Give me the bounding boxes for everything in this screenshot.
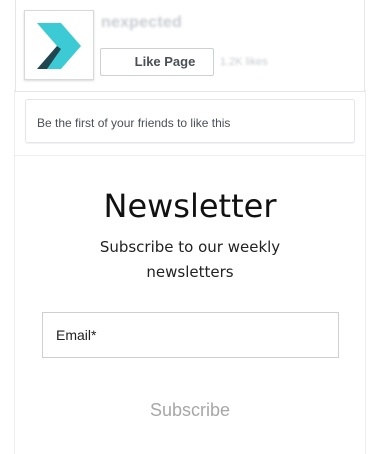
like-page-button-label: Like Page [134, 54, 196, 69]
like-page-button[interactable]: Like Page [100, 48, 214, 76]
friends-like-text: Be the first of your friends to like thi… [37, 116, 231, 130]
facebook-page-widget: nexpected Like Page 1.2K likes [15, 0, 365, 92]
sidebar-border-right [365, 90, 366, 454]
subscribe-button[interactable]: Subscribe [95, 392, 285, 428]
chevron-logo-icon [37, 23, 81, 69]
friends-like-box: Be the first of your friends to like thi… [25, 99, 355, 143]
likes-count: 1.2K likes [220, 56, 268, 68]
newsletter-subtitle: Subscribe to our weekly newsletters [99, 238, 281, 281]
section-divider [15, 155, 365, 156]
page-logo[interactable] [24, 10, 94, 80]
sidebar-border-left [14, 90, 15, 454]
newsletter-title: Newsletter [103, 187, 277, 225]
page-name[interactable]: nexpected [101, 14, 182, 32]
email-input[interactable] [42, 312, 339, 358]
